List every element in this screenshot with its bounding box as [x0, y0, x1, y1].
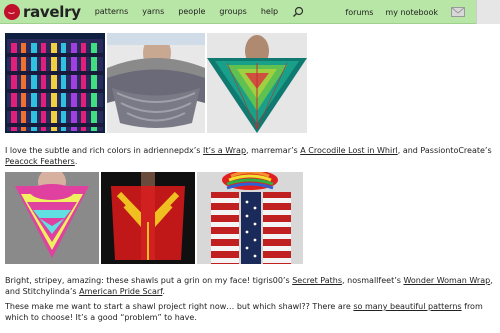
link-secret-paths[interactable]: Secret Paths — [292, 276, 342, 285]
ravelry-logo[interactable]: ravelry — [4, 3, 81, 21]
paragraph-text: I love the subtle and rich colors in adr… — [5, 146, 204, 155]
link-crocodile-lost-in-whirl[interactable]: A Crocodile Lost in Whirl — [300, 146, 398, 155]
link-its-a-wrap[interactable]: It’s a Wrap — [203, 146, 246, 155]
nav-patterns[interactable]: patterns — [95, 7, 129, 16]
nav-yarns[interactable]: yarns — [142, 7, 164, 16]
right-nav: forums my notebook — [345, 0, 500, 24]
mail-icon[interactable] — [450, 0, 466, 24]
yarn-ball-icon — [4, 3, 20, 20]
photo-row-2 — [5, 172, 303, 264]
photo-crocodile-lost-in-whirl[interactable] — [107, 33, 205, 133]
nav-my-notebook[interactable]: my notebook — [385, 8, 438, 17]
paragraph-text: , and PassiontoCreate’s — [397, 146, 492, 155]
paragraph-text: . — [74, 157, 78, 166]
top-navigation-bar: ravelry patterns yarns people groups hel… — [0, 0, 500, 24]
avatar-icon[interactable] — [476, 0, 500, 24]
photo-american-pride-scarf[interactable] — [197, 172, 303, 264]
logo-text: ravelry — [23, 2, 81, 21]
nav-forums[interactable]: forums — [345, 8, 373, 17]
nav-groups[interactable]: groups — [219, 7, 246, 16]
photo-secret-paths[interactable] — [5, 172, 99, 264]
link-so-many-beautiful-patterns[interactable]: so many beautiful patterns — [353, 302, 461, 311]
photo-wonder-woman-wrap[interactable] — [101, 172, 195, 264]
photo-peacock-feathers[interactable] — [207, 33, 307, 133]
paragraph-3: These make me want to start a shawl proj… — [5, 301, 493, 323]
paragraph-text: , nosmallfeet’s — [342, 276, 404, 285]
link-wonder-woman-wrap[interactable]: Wonder Woman Wrap — [403, 276, 490, 285]
photo-row-1 — [5, 33, 307, 133]
paragraph-text: These make me want to start a shawl proj… — [5, 302, 354, 311]
paragraph-2: Bright, stripey, amazing: these shawls p… — [5, 275, 493, 297]
paragraph-text: Bright, stripey, amazing: these shawls p… — [5, 276, 293, 285]
main-nav: patterns yarns people groups help — [95, 6, 304, 18]
link-american-pride-scarf[interactable]: American Pride Scarf — [79, 287, 162, 296]
nav-people[interactable]: people — [178, 7, 205, 16]
photo-its-a-wrap[interactable] — [5, 33, 105, 133]
paragraph-text: . — [162, 287, 165, 296]
search-icon[interactable] — [292, 6, 304, 18]
nav-help[interactable]: help — [261, 7, 278, 16]
link-peacock-feathers[interactable]: Peacock Feathers — [5, 157, 75, 166]
paragraph-text: , marremar’s — [246, 146, 301, 155]
paragraph-1: I love the subtle and rich colors in adr… — [5, 145, 493, 167]
